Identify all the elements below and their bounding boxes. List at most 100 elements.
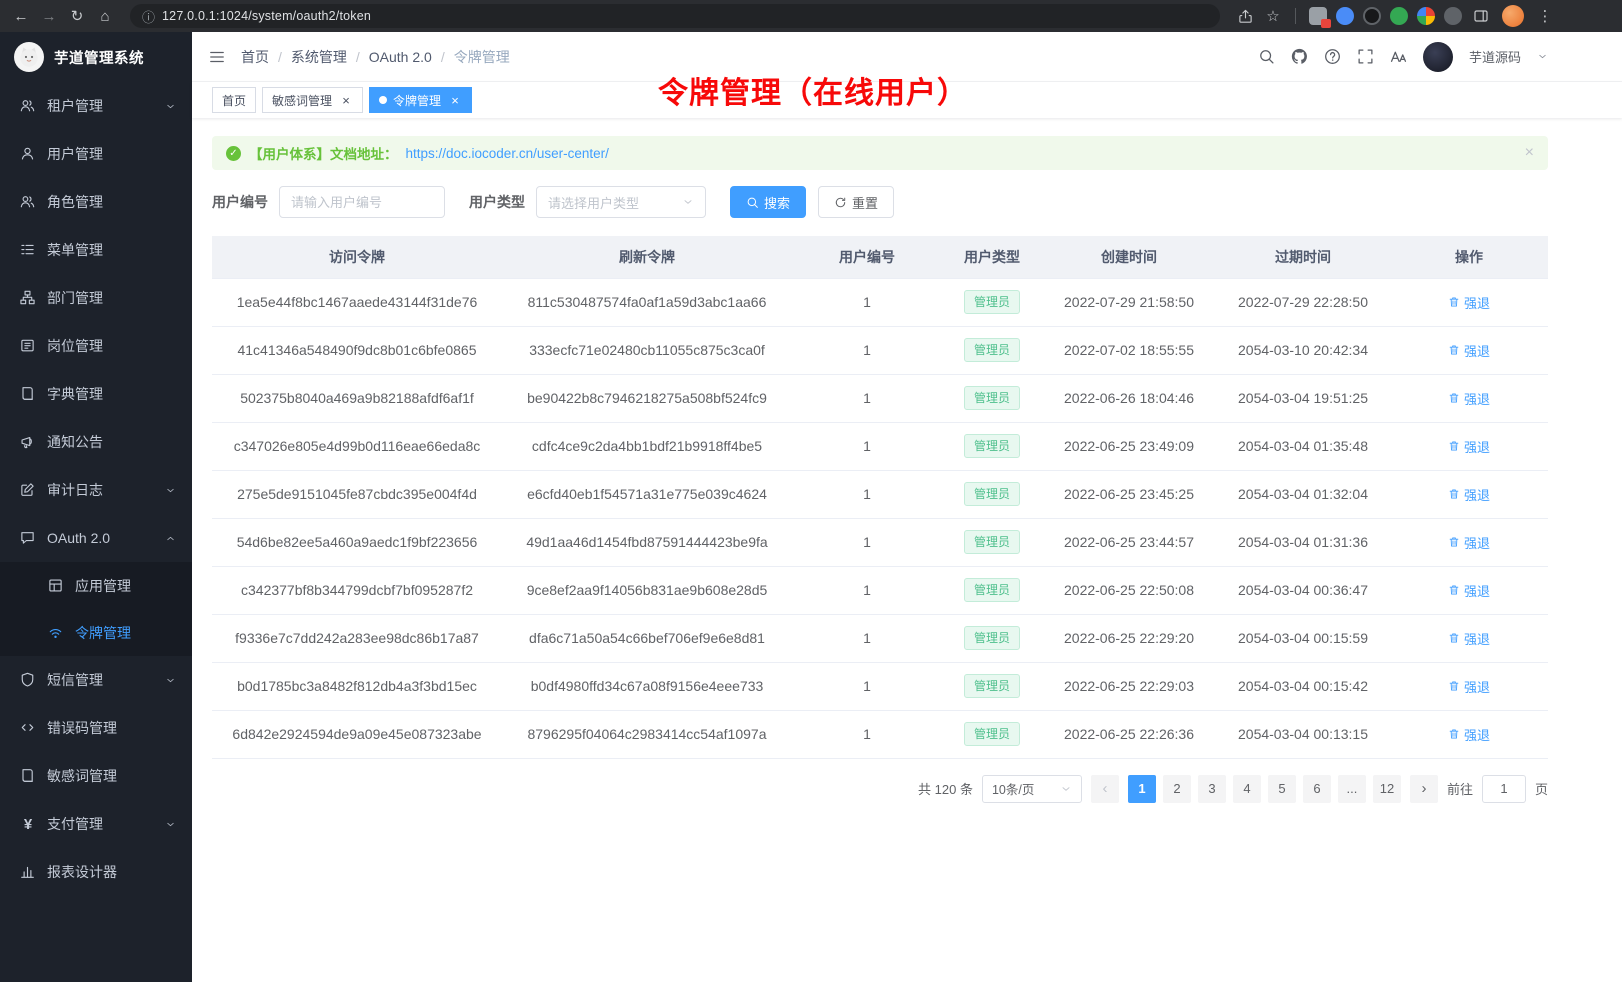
page-button-6[interactable]: 6 [1303,775,1331,803]
sidebar-item-menu[interactable]: 菜单管理 [0,226,192,274]
force-logout-button[interactable]: 强退 [1448,725,1490,744]
access-token-cell: f9336e7c7dd242a283ee98dc86b17a87 [212,614,502,662]
share-icon[interactable] [1232,3,1258,29]
extension-5-icon[interactable] [1417,7,1435,25]
page-button-3[interactable]: 3 [1198,775,1226,803]
page-button-2[interactable]: 2 [1163,775,1191,803]
username[interactable]: 芋道源码 [1469,47,1521,66]
user-type-select[interactable]: 请选择用户类型 [536,186,706,218]
create-time-cell: 2022-06-25 23:45:25 [1042,470,1216,518]
page-button-4[interactable]: 4 [1233,775,1261,803]
fullscreen-icon[interactable] [1357,48,1374,65]
force-logout-label: 强退 [1464,677,1490,696]
sidebar-item-error-code[interactable]: 错误码管理 [0,704,192,752]
access-token-cell: 54d6be82ee5a460a9aedc1f9bf223656 [212,518,502,566]
force-logout-button[interactable]: 强退 [1448,485,1490,504]
expire-time-cell: 2054-03-04 01:32:04 [1216,470,1390,518]
prev-page-button[interactable]: ‹ [1091,775,1119,803]
force-logout-button[interactable]: 强退 [1448,437,1490,456]
force-logout-button[interactable]: 强退 [1448,629,1490,648]
sidebar-item-oauth2[interactable]: OAuth 2.0 [0,514,192,562]
browser-profile-avatar[interactable] [1502,5,1524,27]
force-logout-label: 强退 [1464,725,1490,744]
tab-sensitive-word[interactable]: 敏感词管理× [262,87,363,113]
page-size-select[interactable]: 10条/页 [982,775,1082,803]
tab-close-icon[interactable]: × [448,93,462,107]
force-logout-button[interactable]: 强退 [1448,581,1490,600]
sidebar-item-dict[interactable]: 字典管理 [0,370,192,418]
page-button-12[interactable]: 12 [1373,775,1401,803]
page-button-1[interactable]: 1 [1128,775,1156,803]
sidebar-item-notice[interactable]: 通知公告 [0,418,192,466]
breadcrumb-item[interactable]: 系统管理 [291,47,347,67]
sidebar-item-oauth2-app[interactable]: 应用管理 [0,562,192,609]
bookmark-star-icon[interactable]: ☆ [1260,3,1286,29]
extension-3-icon[interactable] [1363,7,1381,25]
filter-form: 用户编号 用户类型 请选择用户类型 搜索 重置 [212,186,1548,218]
create-time-cell: 2022-07-29 21:58:50 [1042,278,1216,326]
next-page-button[interactable]: › [1410,775,1438,803]
force-logout-label: 强退 [1464,341,1490,360]
sidebar-item-dept[interactable]: 部门管理 [0,274,192,322]
help-icon[interactable] [1324,48,1341,65]
force-logout-button[interactable]: 强退 [1448,677,1490,696]
expire-time-cell: 2054-03-04 00:36:47 [1216,566,1390,614]
user-avatar[interactable] [1423,42,1453,72]
breadcrumb-item[interactable]: OAuth 2.0 [369,49,432,65]
breadcrumb-item[interactable]: 首页 [241,47,269,67]
side-panel-icon[interactable] [1468,3,1494,29]
force-logout-button[interactable]: 强退 [1448,533,1490,552]
home-icon[interactable]: ⌂ [92,3,118,29]
sidebar-item-label: 菜单管理 [47,240,176,260]
tab-close-icon[interactable]: × [339,93,353,107]
user-id-cell: 1 [792,470,942,518]
search-icon[interactable] [1258,48,1275,65]
chevron-up-icon [165,533,176,544]
tab-oauth2-token[interactable]: 令牌管理× [369,87,472,113]
site-info-icon[interactable]: ⓘ [142,7,155,26]
sidebar-item-pay[interactable]: ¥支付管理 [0,800,192,848]
force-logout-button[interactable]: 强退 [1448,389,1490,408]
tab-home[interactable]: 首页 [212,87,256,113]
force-logout-button[interactable]: 强退 [1448,293,1490,312]
forward-icon[interactable]: → [36,3,62,29]
sidebar-item-oauth2-token[interactable]: 令牌管理 [0,609,192,656]
sidebar-item-post[interactable]: 岗位管理 [0,322,192,370]
refresh-token-cell: 9ce8ef2aa9f14056b831ae9b608e28d5 [502,566,792,614]
sidebar-item-role[interactable]: 角色管理 [0,178,192,226]
column-header: 过期时间 [1216,236,1390,278]
extension-4-icon[interactable] [1390,7,1408,25]
alert-doc-link[interactable]: https://doc.iocoder.cn/user-center/ [406,146,609,161]
chevron-down-icon[interactable] [1537,51,1548,62]
alert-close-icon[interactable]: × [1525,144,1534,162]
url-bar[interactable]: ⓘ 127.0.0.1:1024/system/oauth2/token [130,4,1220,28]
sidebar-item-audit-log[interactable]: 审计日志 [0,466,192,514]
chevron-down-icon [165,819,176,830]
column-header: 创建时间 [1042,236,1216,278]
sidebar-item-user[interactable]: 用户管理 [0,130,192,178]
more-pages-button[interactable]: ... [1338,775,1366,803]
app-logo[interactable]: 芋道管理系统 [0,32,192,82]
extension-1-icon[interactable] [1309,7,1327,25]
force-logout-button[interactable]: 强退 [1448,341,1490,360]
goto-page-input[interactable] [1482,775,1526,803]
hamburger-icon[interactable] [208,48,226,66]
sidebar-item-report-designer[interactable]: 报表设计器 [0,848,192,896]
back-icon[interactable]: ← [8,3,34,29]
pagination: 共 120 条 10条/页 ‹ 123456...12 › 前往 页 [212,775,1548,803]
user-type-tag: 管理员 [964,482,1020,506]
browser-menu-icon[interactable]: ⋮ [1532,3,1558,29]
force-logout-label: 强退 [1464,581,1490,600]
search-button[interactable]: 搜索 [730,186,806,218]
reload-icon[interactable]: ↻ [64,3,90,29]
extension-2-icon[interactable] [1336,7,1354,25]
extension-6-icon[interactable] [1444,7,1462,25]
sidebar-item-sensitive-word[interactable]: 敏感词管理 [0,752,192,800]
reset-button[interactable]: 重置 [818,186,894,218]
sidebar-item-sms[interactable]: 短信管理 [0,656,192,704]
page-button-5[interactable]: 5 [1268,775,1296,803]
user-id-input[interactable] [279,186,445,218]
sidebar-item-tenant[interactable]: 租户管理 [0,82,192,130]
github-icon[interactable] [1291,48,1308,65]
font-size-icon[interactable] [1390,48,1407,65]
